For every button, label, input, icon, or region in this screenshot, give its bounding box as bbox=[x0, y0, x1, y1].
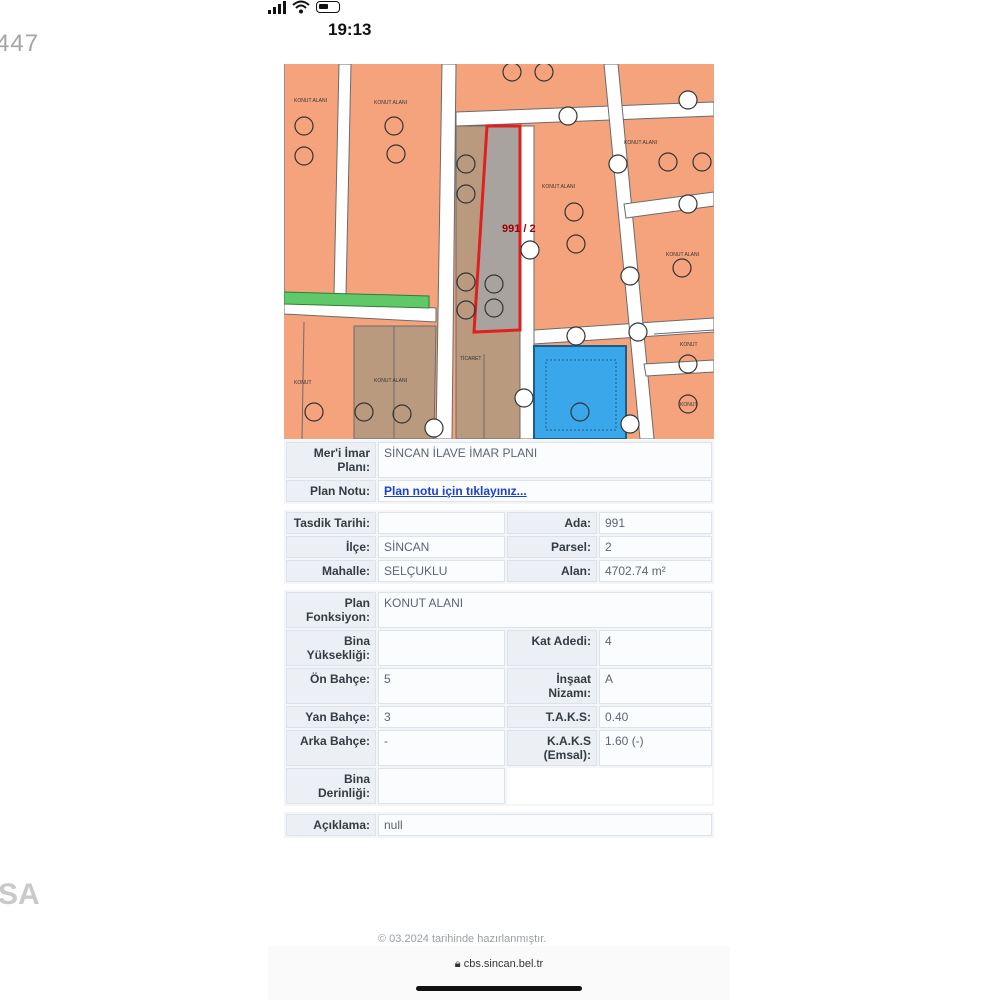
zoning-map-svg: 991 / 2 KONUT ALANI KONUT ALANI KONUT ALA… bbox=[284, 64, 714, 439]
arka-bahce-label: Arka Bahçe: bbox=[286, 730, 376, 766]
footer-note: © 03.2024 tarihinde hazırlanmıştır. bbox=[378, 933, 547, 945]
meri-imar-plani-value: SİNCAN İLAVE İMAR PLANI bbox=[378, 442, 712, 478]
svg-text:KONUT ALANI: KONUT ALANI bbox=[374, 378, 407, 384]
meri-imar-plani-label: Mer'i İmar Planı: bbox=[286, 442, 376, 478]
svg-text:KONUT: KONUT bbox=[680, 402, 698, 408]
ada-value: 991 bbox=[599, 512, 712, 534]
tasdik-tarihi-value bbox=[378, 512, 505, 534]
parcel-table: Tasdik Tarihi: Ada: 991 İlçe: SİNCAN Par… bbox=[284, 510, 714, 584]
zoning-table: Plan Fonksiyon: KONUT ALANI Bina Yüksekl… bbox=[284, 590, 714, 806]
tasdik-tarihi-label: Tasdik Tarihi: bbox=[286, 512, 376, 534]
on-bahce-label: Ön Bahçe: bbox=[286, 668, 376, 704]
plan-table: Mer'i İmar Planı: SİNCAN İLAVE İMAR PLAN… bbox=[284, 440, 714, 504]
on-bahce-value: 5 bbox=[378, 668, 505, 704]
yan-bahce-label: Yan Bahçe: bbox=[286, 706, 376, 728]
aciklama-label: Açıklama: bbox=[286, 814, 376, 836]
bina-yuksekligi-label: Bina Yüksekliği: bbox=[286, 630, 376, 666]
background-number: 447 bbox=[0, 30, 40, 57]
bina-yuksekligi-value bbox=[378, 630, 505, 666]
status-icons bbox=[268, 0, 730, 14]
svg-text:KONUT ALANI: KONUT ALANI bbox=[666, 252, 699, 258]
ada-label: Ada: bbox=[507, 512, 597, 534]
lock-icon: 🔒︎ bbox=[454, 958, 461, 970]
svg-text:KONUT: KONUT bbox=[680, 342, 698, 348]
browser-url-bar[interactable]: 🔒︎ cbs.sincan.bel.tr bbox=[268, 946, 730, 1000]
aciklama-value: null bbox=[378, 814, 712, 836]
alan-label: Alan: bbox=[507, 560, 597, 582]
plan-notu-link[interactable]: Plan notu için tıklayınız... bbox=[384, 484, 527, 498]
bina-derinligi-value bbox=[378, 768, 505, 804]
description-table: Açıklama: null bbox=[284, 812, 714, 838]
insaat-nizami-value: A bbox=[599, 668, 712, 704]
status-time: 19:13 bbox=[328, 20, 372, 39]
signal-icon bbox=[268, 0, 286, 14]
kat-adedi-value: 4 bbox=[599, 630, 712, 666]
plan-notu-label: Plan Notu: bbox=[286, 480, 376, 502]
phone-screen: 19:13 991 / 2 KONUT ALANI KONUT ALANI KO… bbox=[268, 0, 730, 1000]
kaks-value: 1.60 (-) bbox=[599, 730, 712, 766]
empty-cell bbox=[507, 768, 712, 804]
mahalle-value: SELÇUKLU bbox=[378, 560, 505, 582]
svg-text:KONUT ALANI: KONUT ALANI bbox=[624, 140, 657, 146]
home-indicator[interactable] bbox=[416, 986, 582, 991]
plan-fonksiyon-label: Plan Fonksiyon: bbox=[286, 592, 376, 628]
taks-label: T.A.K.S: bbox=[507, 706, 597, 728]
mahalle-label: Mahalle: bbox=[286, 560, 376, 582]
ilce-label: İlçe: bbox=[286, 536, 376, 558]
taks-value: 0.40 bbox=[599, 706, 712, 728]
yan-bahce-value: 3 bbox=[378, 706, 505, 728]
svg-text:TİCARET: TİCARET bbox=[460, 355, 481, 362]
plan-fonksiyon-value: KONUT ALANI bbox=[378, 592, 712, 628]
parsel-label: Parsel: bbox=[507, 536, 597, 558]
zoning-map[interactable]: 991 / 2 KONUT ALANI KONUT ALANI KONUT ALA… bbox=[284, 64, 714, 439]
ilce-value: SİNCAN bbox=[378, 536, 505, 558]
battery-icon bbox=[316, 1, 340, 13]
wifi-icon bbox=[292, 0, 310, 14]
kaks-label: K.A.K.S (Emsal): bbox=[507, 730, 597, 766]
parsel-value: 2 bbox=[599, 536, 712, 558]
kat-adedi-label: Kat Adedi: bbox=[507, 630, 597, 666]
bina-derinligi-label: Bina Derinliği: bbox=[286, 768, 376, 804]
svg-text:KONUT ALANI: KONUT ALANI bbox=[374, 100, 407, 106]
svg-text:KONUT: KONUT bbox=[294, 380, 312, 386]
url-text[interactable]: 🔒︎ cbs.sincan.bel.tr bbox=[268, 958, 730, 971]
parcel-number-label: 991 / 2 bbox=[502, 223, 536, 235]
arka-bahce-value: - bbox=[378, 730, 505, 766]
alan-value: 4702.74 m² bbox=[599, 560, 712, 582]
svg-text:KONUT ALANI: KONUT ALANI bbox=[294, 98, 327, 104]
parcel-info: Mer'i İmar Planı: SİNCAN İLAVE İMAR PLAN… bbox=[284, 440, 714, 838]
insaat-nizami-label: İnşaat Nizamı: bbox=[507, 668, 597, 704]
svg-text:KONUT ALANI: KONUT ALANI bbox=[542, 184, 575, 190]
background-logo: SA bbox=[0, 878, 40, 911]
url-value: cbs.sincan.bel.tr bbox=[463, 958, 544, 970]
